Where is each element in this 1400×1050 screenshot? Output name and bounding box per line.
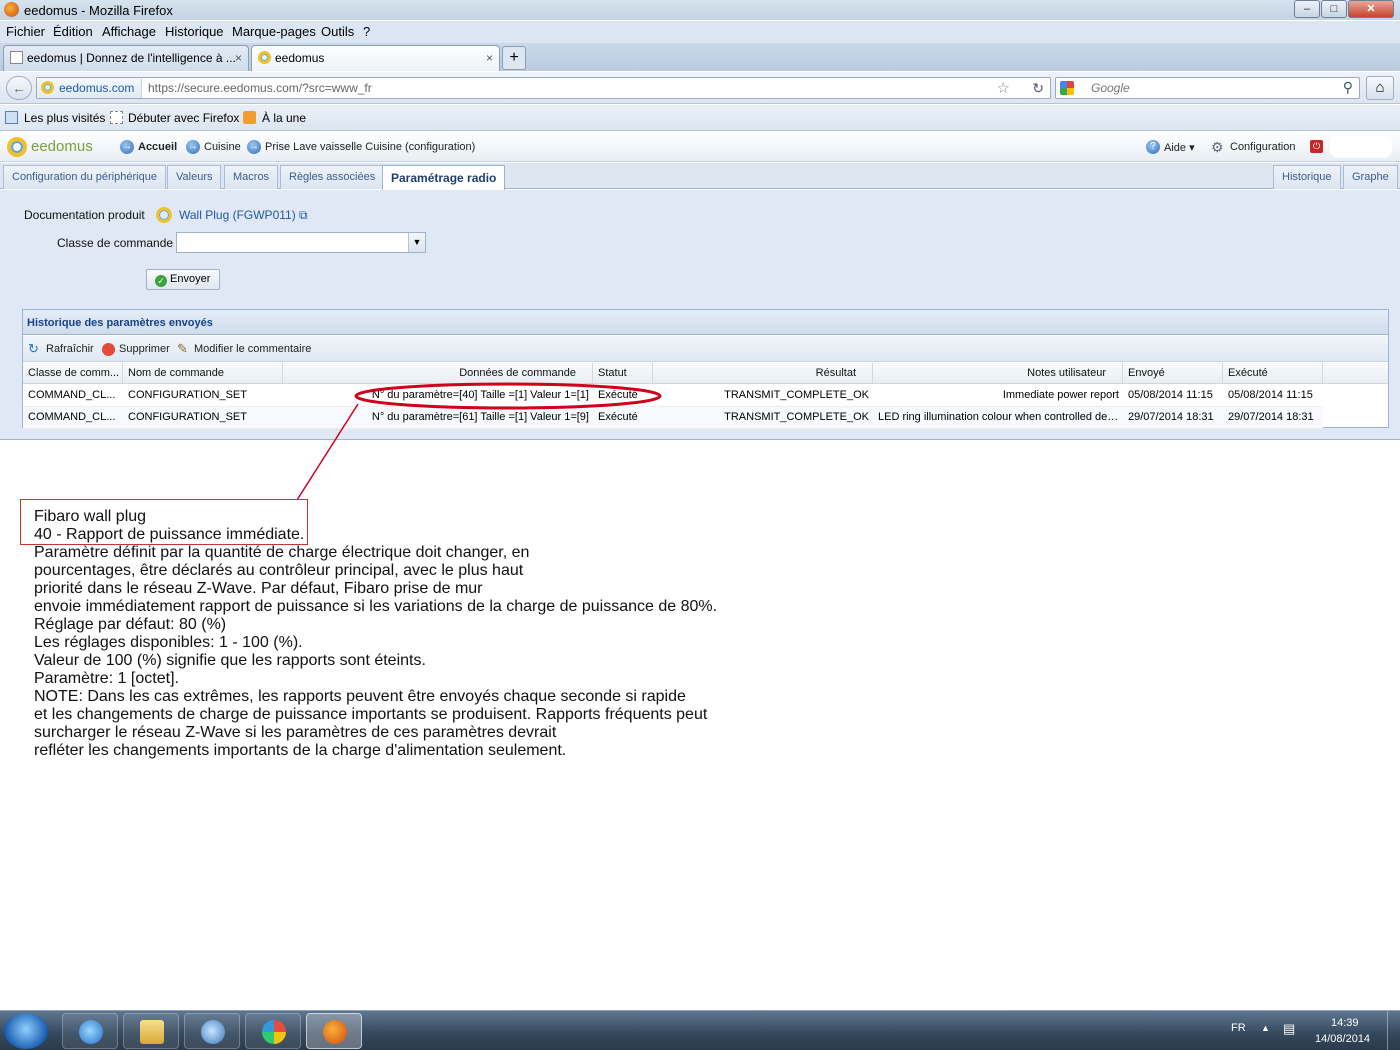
folder-icon: [140, 1020, 164, 1044]
annotation-line: Paramètre définit par la quantité de cha…: [34, 544, 530, 561]
app-icon: [201, 1020, 225, 1044]
annotation-line: Valeur de 100 (%) signifie que les rappo…: [34, 652, 426, 669]
annotation-line: NOTE: Dans les cas extrêmes, les rapport…: [34, 688, 686, 705]
annotation-line: refléter les changements importants de l…: [34, 742, 567, 759]
start-button[interactable]: [4, 1013, 48, 1049]
clock-date[interactable]: 14/08/2014: [1315, 1033, 1370, 1045]
annotation-line: Paramètre: 1 [octet].: [34, 670, 179, 687]
show-hidden-icons[interactable]: ▲: [1261, 1023, 1270, 1033]
taskbar-firefox[interactable]: [306, 1013, 362, 1049]
firefox-icon: [323, 1020, 347, 1044]
clock-time[interactable]: 14:39: [1331, 1017, 1359, 1029]
annotation-text: Fibaro wall plug 40 - Rapport de puissan…: [34, 508, 717, 760]
annotation-line: priorité dans le réseau Z-Wave. Par défa…: [34, 580, 483, 597]
annotation-line: Les réglages disponibles: 1 - 100 (%).: [34, 634, 303, 651]
ie-icon: [79, 1020, 103, 1044]
annotation-line: pourcentages, être déclarés au contrôleu…: [34, 562, 524, 579]
paint-icon: [262, 1020, 286, 1044]
language-indicator[interactable]: FR: [1231, 1022, 1246, 1034]
network-icon[interactable]: ▤: [1283, 1021, 1295, 1037]
taskbar-paint[interactable]: [245, 1013, 301, 1049]
annotation-line: Fibaro wall plug: [34, 508, 147, 525]
annotation-line: surcharger le réseau Z-Wave si les param…: [34, 724, 557, 741]
annotation-line: Réglage par défaut: 80 (%): [34, 616, 227, 633]
show-desktop-button[interactable]: [1387, 1011, 1400, 1050]
highlight-ellipse: [354, 382, 662, 410]
windows-taskbar: FR ▲ ▤ 14:39 14/08/2014: [0, 1010, 1400, 1050]
taskbar-app[interactable]: [184, 1013, 240, 1049]
annotation-pointer-line: [296, 403, 359, 501]
annotation-line: 40 - Rapport de puissance immédiate.: [34, 526, 305, 543]
taskbar-explorer[interactable]: [123, 1013, 179, 1049]
annotation-line: et les changements de charge de puissanc…: [34, 706, 708, 723]
taskbar-internet-explorer[interactable]: [62, 1013, 118, 1049]
annotation-line: envoie immédiatement rapport de puissanc…: [34, 598, 718, 615]
